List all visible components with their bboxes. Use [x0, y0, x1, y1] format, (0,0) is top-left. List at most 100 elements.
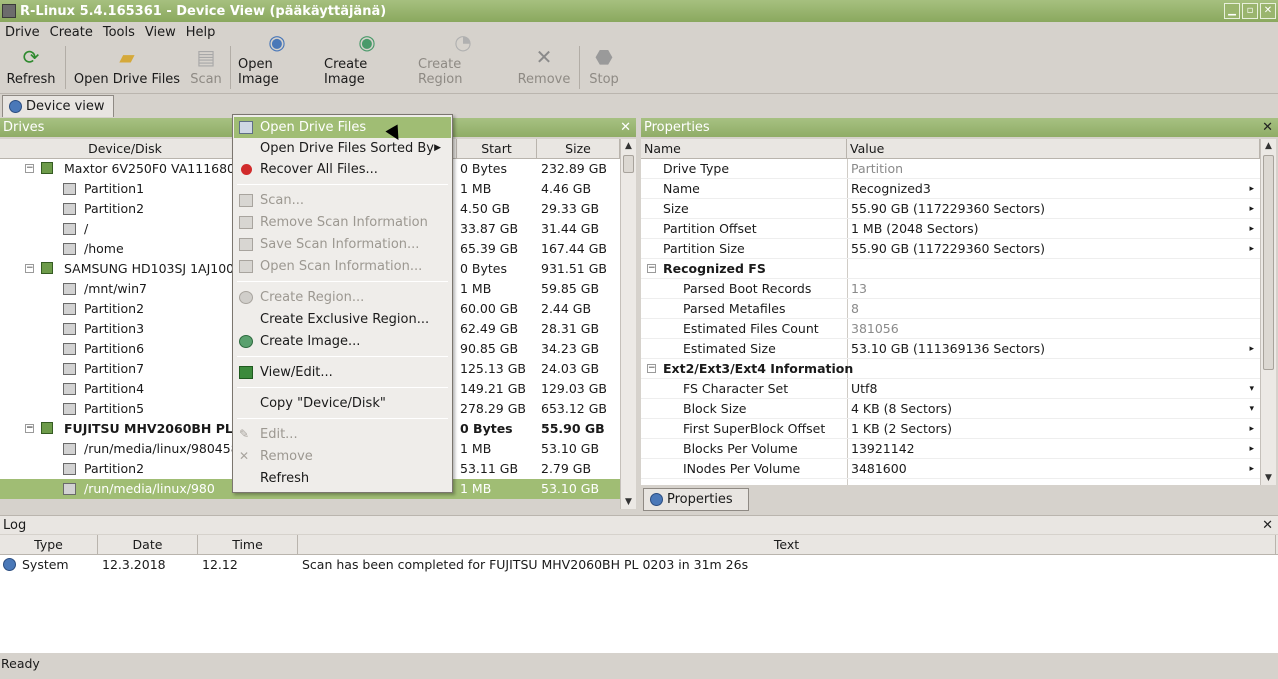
expand-right-icon[interactable]: ▸ [1249, 459, 1254, 479]
remove-button[interactable]: ✕ Remove [512, 42, 576, 93]
collapse-icon[interactable]: − [647, 364, 656, 373]
scroll-up-icon[interactable]: ▲ [621, 139, 636, 153]
property-row[interactable]: Estimated Files Count 381056 [641, 319, 1260, 339]
menu-item-label: View/Edit... [260, 365, 333, 380]
menu-create[interactable]: Create [45, 25, 98, 40]
menu-item-save-scan-info[interactable]: Save Scan Information... [234, 234, 451, 255]
log-row[interactable]: System 12.3.2018 12.12 Scan has been com… [0, 555, 1278, 575]
collapse-icon[interactable]: − [25, 264, 34, 273]
menu-item-edit[interactable]: ✎ Edit... [234, 424, 451, 445]
open-drive-files-button[interactable]: ▰ Open Drive Files [69, 42, 185, 93]
menu-item-create-exclusive-region[interactable]: Create Exclusive Region... [234, 309, 451, 330]
properties-column-header: Name Value [641, 139, 1260, 159]
collapse-icon[interactable]: − [25, 164, 34, 173]
col-size[interactable]: Size [537, 139, 620, 158]
col-text[interactable]: Text [298, 535, 1276, 554]
log-panel-title: Log [3, 518, 27, 533]
menu-item-open-scan-info[interactable]: Open Scan Information... [234, 256, 451, 277]
property-row[interactable]: Block Size 4 KB (8 Sectors) ▾ [641, 399, 1260, 419]
menu-item-view-edit[interactable]: View/Edit... [234, 362, 451, 383]
property-row[interactable]: Partition Offset 1 MB (2048 Sectors) ▸ [641, 219, 1260, 239]
remove-icon: ✕ [239, 449, 250, 463]
col-time[interactable]: Time [198, 535, 298, 554]
col-name[interactable]: Name [641, 139, 847, 158]
property-row[interactable]: Parsed Metafiles 8 [641, 299, 1260, 319]
menu-item-open-drive-files[interactable]: Open Drive Files [234, 117, 451, 138]
properties-scrollbar[interactable]: ▲ ▼ [1260, 139, 1276, 485]
create-image-button[interactable]: ◉ Create Image [320, 30, 414, 93]
col-date[interactable]: Date [98, 535, 198, 554]
expand-right-icon[interactable]: ▸ [1249, 219, 1254, 239]
property-section[interactable]: − Recognized FS [641, 259, 1260, 279]
property-section[interactable]: − Ext2/Ext3/Ext4 Information [641, 359, 1260, 379]
property-row[interactable]: Blocks Per Volume 13921142 ▸ [641, 439, 1260, 459]
create-region-button[interactable]: ◔ Create Region [414, 30, 512, 93]
create-image-icon [239, 335, 253, 348]
close-icon[interactable]: ✕ [1262, 516, 1273, 535]
drives-scrollbar[interactable]: ▲ ▼ [620, 139, 636, 509]
property-row[interactable]: Parsed Boot Records 13 [641, 279, 1260, 299]
menu-item-refresh[interactable]: Refresh [234, 468, 451, 489]
collapse-icon[interactable]: − [25, 424, 34, 433]
menu-item-create-region[interactable]: Create Region... [234, 287, 451, 308]
partition-icon [63, 223, 76, 235]
partition-name: /mnt/win7 [84, 281, 147, 296]
menu-item-remove-scan-info[interactable]: Remove Scan Information [234, 212, 451, 233]
menu-item-recover-all-files[interactable]: Recover All Files... [234, 159, 451, 180]
scroll-down-icon[interactable]: ▼ [621, 495, 636, 509]
menu-tools[interactable]: Tools [98, 25, 140, 40]
property-row[interactable]: FS Character Set Utf8 ▾ [641, 379, 1260, 399]
property-value: 55.90 GB (117229360 Sectors) [851, 201, 1045, 216]
menu-drive[interactable]: Drive [0, 25, 45, 40]
property-row[interactable]: Drive Type Partition [641, 159, 1260, 179]
scroll-thumb[interactable] [623, 155, 634, 173]
status-text: Ready [1, 656, 40, 671]
collapse-icon[interactable]: − [647, 264, 656, 273]
menu-item-copy-device-disk[interactable]: Copy "Device/Disk" [234, 393, 451, 414]
property-row[interactable]: Size 55.90 GB (117229360 Sectors) ▸ [641, 199, 1260, 219]
scan-button[interactable]: ▤ Scan [185, 42, 227, 93]
property-row[interactable]: Estimated Size 53.10 GB (111369136 Secto… [641, 339, 1260, 359]
property-row[interactable]: First SuperBlock Offset 1 KB (2 Sectors)… [641, 419, 1260, 439]
app-icon [2, 4, 16, 18]
property-row[interactable]: Name Recognized3 ▸ [641, 179, 1260, 199]
menu-item-scan[interactable]: Scan... [234, 190, 451, 211]
property-value: 55.90 GB (117229360 Sectors) [851, 241, 1045, 256]
property-row[interactable]: INodes Per Volume 3481600 ▸ [641, 459, 1260, 479]
col-value[interactable]: Value [847, 139, 1260, 158]
close-icon[interactable]: ✕ [1262, 118, 1273, 137]
menu-item-create-image[interactable]: Create Image... [234, 331, 451, 352]
menu-item-remove[interactable]: ✕ Remove [234, 446, 451, 467]
partition-start: 33.87 GB [460, 221, 519, 236]
tab-device-view[interactable]: Device view [2, 95, 114, 117]
expand-right-icon[interactable]: ▸ [1249, 179, 1254, 199]
menu-help[interactable]: Help [181, 25, 221, 40]
close-icon[interactable]: ✕ [620, 118, 631, 137]
scroll-down-icon[interactable]: ▼ [1261, 471, 1276, 485]
stop-button[interactable]: ⬣ Stop [583, 42, 625, 93]
col-device-disk[interactable]: Device/Disk [0, 139, 251, 158]
close-icon[interactable]: ✕ [1260, 3, 1276, 19]
expand-right-icon[interactable]: ▸ [1249, 439, 1254, 459]
menu-item-open-sorted-by[interactable]: Open Drive Files Sorted By ▶ [234, 138, 451, 159]
expand-right-icon[interactable]: ▸ [1249, 339, 1254, 359]
scroll-up-icon[interactable]: ▲ [1261, 139, 1276, 153]
open-image-button[interactable]: ◉ Open Image [234, 30, 320, 93]
expand-right-icon[interactable]: ▸ [1249, 199, 1254, 219]
scroll-thumb[interactable] [1263, 155, 1274, 370]
menu-view[interactable]: View [140, 25, 181, 40]
property-name: Partition Offset [663, 221, 757, 236]
partition-size: 24.03 GB [541, 361, 600, 376]
partition-size: 31.44 GB [541, 221, 600, 236]
property-row[interactable]: Partition Size 55.90 GB (117229360 Secto… [641, 239, 1260, 259]
col-start[interactable]: Start [457, 139, 537, 158]
expand-right-icon[interactable]: ▸ [1249, 419, 1254, 439]
dropdown-icon[interactable]: ▾ [1249, 399, 1254, 419]
tab-properties[interactable]: Properties [643, 488, 749, 511]
minimize-icon[interactable]: ▁ [1224, 3, 1240, 19]
col-type[interactable]: Type [0, 535, 98, 554]
dropdown-icon[interactable]: ▾ [1249, 379, 1254, 399]
refresh-button[interactable]: ⟳ Refresh [0, 42, 62, 93]
maximize-icon[interactable]: ▫ [1242, 3, 1258, 19]
expand-right-icon[interactable]: ▸ [1249, 239, 1254, 259]
